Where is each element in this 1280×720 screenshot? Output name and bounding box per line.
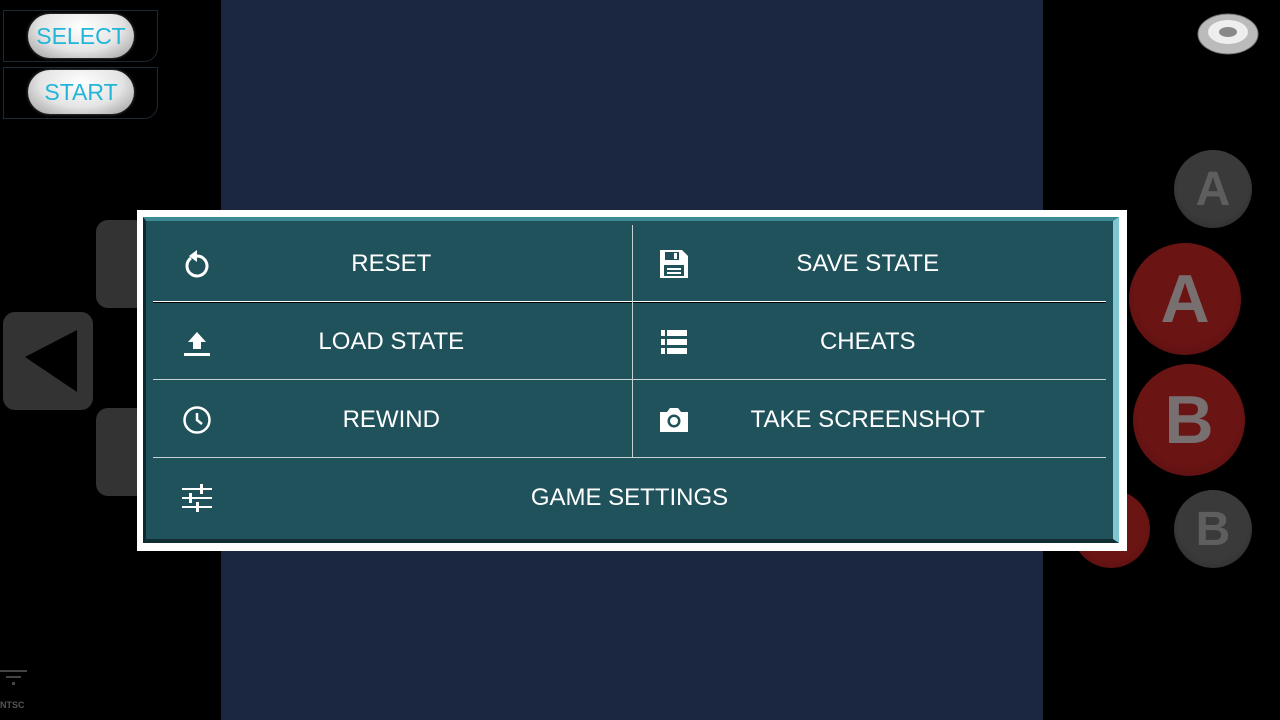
sliders-icon: [182, 483, 212, 512]
filter-icon[interactable]: [0, 668, 30, 690]
reset-label: RESET: [351, 249, 432, 277]
load-state-label: LOAD STATE: [318, 327, 465, 355]
save-state-label: SAVE STATE: [796, 249, 940, 277]
gear-icon[interactable]: [1196, 8, 1260, 60]
start-button[interactable]: START: [28, 70, 134, 114]
rewind-label: REWIND: [342, 405, 440, 433]
floppy-icon: [659, 249, 688, 278]
upload-icon: [184, 331, 210, 356]
column-divider: [632, 225, 633, 457]
select-button[interactable]: SELECT: [28, 14, 134, 58]
divider: [153, 379, 1106, 380]
region-label: NTSC: [0, 700, 25, 710]
take-screenshot-label: TAKE SCREENSHOT: [750, 405, 985, 433]
reset-button[interactable]: RESET: [153, 225, 630, 302]
divider: [153, 457, 1106, 458]
take-screenshot-button[interactable]: TAKE SCREENSHOT: [630, 381, 1107, 458]
load-state-button[interactable]: LOAD STATE: [153, 303, 630, 380]
dpad-left[interactable]: [3, 312, 93, 410]
camera-icon: [659, 407, 688, 432]
reset-icon: [185, 249, 209, 277]
cheats-label: CHEATS: [819, 327, 916, 355]
game-settings-label: GAME SETTINGS: [530, 483, 729, 511]
divider: [153, 301, 1106, 302]
clock-icon: [183, 405, 211, 434]
cheats-button[interactable]: CHEATS: [630, 303, 1107, 380]
list-icon: [660, 329, 687, 354]
a-button[interactable]: A: [1129, 243, 1241, 355]
turbo-a-button[interactable]: A: [1174, 150, 1252, 228]
turbo-b-button[interactable]: B: [1174, 490, 1252, 568]
b-button[interactable]: B: [1133, 364, 1245, 476]
game-menu-dialog: RESET SAVE STATE LOAD STATE CHEATS REWIN…: [137, 210, 1127, 551]
rewind-button[interactable]: REWIND: [153, 381, 630, 458]
game-settings-button[interactable]: GAME SETTINGS: [153, 459, 1106, 536]
save-state-button[interactable]: SAVE STATE: [630, 225, 1107, 302]
